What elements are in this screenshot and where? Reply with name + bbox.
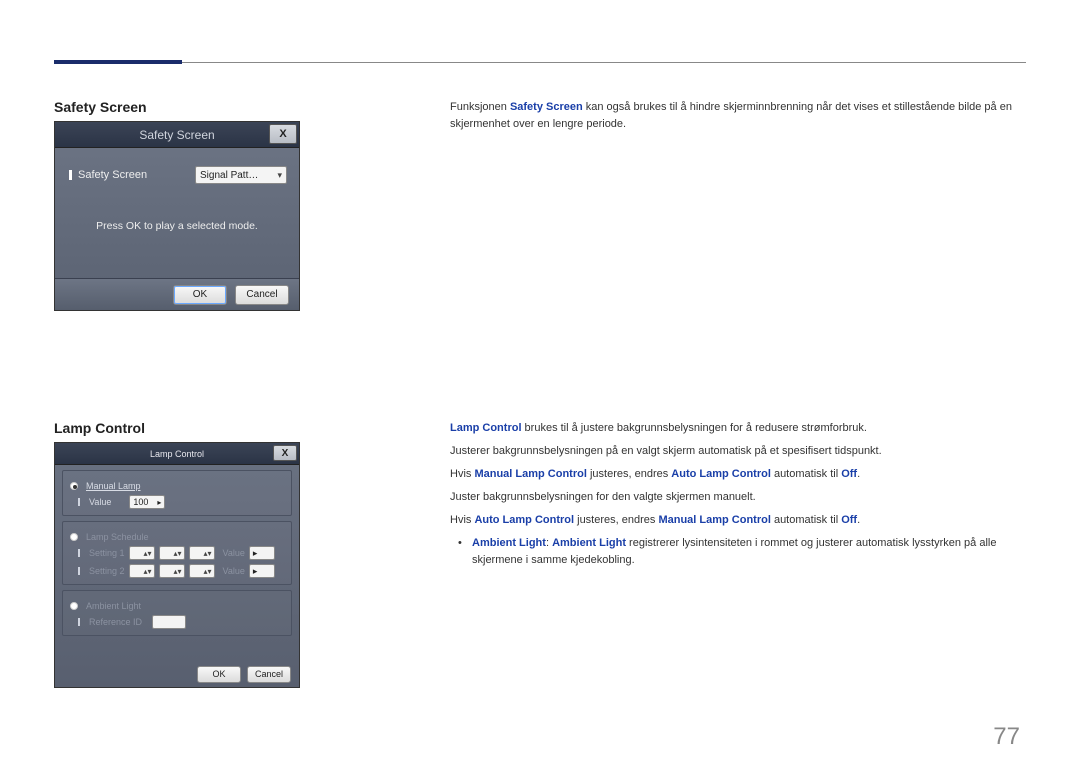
text: automatisk til bbox=[771, 514, 841, 526]
field-marker-icon bbox=[78, 618, 80, 626]
value-label-dim: Value bbox=[223, 566, 245, 576]
emphasis: Auto Lamp Control bbox=[474, 514, 574, 526]
ok-button[interactable]: OK bbox=[173, 285, 227, 305]
emphasis: Manual Lamp Control bbox=[658, 514, 770, 526]
value-stepper[interactable]: 100 bbox=[129, 495, 165, 509]
manual-lamp-label: Manual Lamp bbox=[86, 481, 141, 491]
setting1-value-stepper[interactable]: ▸ bbox=[249, 546, 275, 560]
text: . bbox=[857, 468, 860, 480]
lamp-control-heading: Lamp Control bbox=[54, 420, 145, 436]
field-label: Safety Screen bbox=[78, 169, 147, 181]
cancel-button[interactable]: Cancel bbox=[235, 285, 289, 305]
dialog-message: Press OK to play a selected mode. bbox=[55, 220, 299, 232]
lamp-schedule-label: Lamp Schedule bbox=[86, 532, 149, 542]
safety-screen-field-row: Safety Screen Signal Patt… bbox=[55, 148, 299, 188]
ambient-light-label: Ambient Light bbox=[86, 601, 141, 611]
close-button[interactable]: X bbox=[273, 445, 297, 461]
button-label: Cancel bbox=[255, 669, 283, 679]
emphasis: Safety Screen bbox=[510, 101, 583, 113]
close-button[interactable]: X bbox=[269, 124, 297, 144]
page-number: 77 bbox=[993, 723, 1020, 751]
dialog-title: Lamp Control bbox=[150, 449, 204, 459]
select-value: Signal Patt… bbox=[200, 170, 258, 181]
ok-button[interactable]: OK bbox=[197, 666, 241, 683]
value-number: 100 bbox=[133, 497, 148, 507]
text: justeres, endres bbox=[587, 468, 671, 480]
reference-id-label: Reference ID bbox=[89, 617, 142, 627]
manual-lamp-group: Manual Lamp Value 100 bbox=[62, 470, 292, 516]
field-marker-icon bbox=[69, 170, 72, 180]
dialog-footer: OK Cancel bbox=[55, 661, 299, 687]
text: Juster bakgrunnsbelysningen for den valg… bbox=[450, 489, 1026, 506]
text: Justerer bakgrunnsbelysningen på en valg… bbox=[450, 443, 1026, 460]
ambient-light-group: Ambient Light Reference ID bbox=[62, 590, 292, 636]
setting1-hour-stepper[interactable]: ▴▾ bbox=[129, 546, 155, 560]
text: justeres, endres bbox=[574, 514, 658, 526]
cancel-button[interactable]: Cancel bbox=[247, 666, 291, 683]
dialog-titlebar: Safety Screen X bbox=[55, 122, 299, 148]
value-label: Value bbox=[89, 497, 111, 507]
emphasis: Auto Lamp Control bbox=[671, 468, 771, 480]
lamp-control-dialog: Lamp Control X Manual Lamp Value 100 Lamp… bbox=[54, 442, 300, 688]
emphasis: Lamp Control bbox=[450, 422, 522, 434]
text: automatisk til bbox=[771, 468, 841, 480]
emphasis: Manual Lamp Control bbox=[474, 468, 586, 480]
button-label: OK bbox=[212, 669, 225, 679]
button-label: OK bbox=[193, 289, 207, 300]
text: brukes til å justere bakgrunnsbelysninge… bbox=[522, 422, 867, 434]
setting1-ampm-stepper[interactable]: ▴▾ bbox=[189, 546, 215, 560]
emphasis: Off bbox=[841, 514, 857, 526]
manual-lamp-radio[interactable] bbox=[70, 482, 78, 490]
close-icon: X bbox=[279, 128, 286, 140]
header-accent bbox=[54, 60, 182, 64]
ambient-light-radio[interactable] bbox=[70, 602, 78, 610]
button-label: Cancel bbox=[246, 289, 277, 300]
setting2-ampm-stepper[interactable]: ▴▾ bbox=[189, 564, 215, 578]
lamp-schedule-group: Lamp Schedule Setting 1 ▴▾ ▴▾ ▴▾ Value ▸… bbox=[62, 521, 292, 585]
dialog-title: Safety Screen bbox=[139, 128, 214, 142]
field-marker-icon bbox=[78, 567, 80, 575]
dialog-footer: OK Cancel bbox=[55, 278, 299, 310]
field-marker-icon bbox=[78, 498, 80, 506]
lamp-control-description: Lamp Control brukes til å justere bakgru… bbox=[450, 420, 1026, 575]
emphasis: Ambient Light bbox=[472, 537, 546, 549]
setting1-min-stepper[interactable]: ▴▾ bbox=[159, 546, 185, 560]
value-label-dim: Value bbox=[223, 548, 245, 558]
text: . bbox=[857, 514, 860, 526]
setting2-value-stepper[interactable]: ▸ bbox=[249, 564, 275, 578]
setting2-hour-stepper[interactable]: ▴▾ bbox=[129, 564, 155, 578]
text: Funksjonen bbox=[450, 101, 510, 113]
header-rule bbox=[54, 62, 1026, 63]
text: Hvis bbox=[450, 514, 474, 526]
emphasis: Ambient Light bbox=[552, 537, 626, 549]
safety-screen-description: Funksjonen Safety Screen kan også brukes… bbox=[450, 99, 1026, 133]
field-marker-icon bbox=[78, 549, 80, 557]
safety-screen-dialog: Safety Screen X Safety Screen Signal Pat… bbox=[54, 121, 300, 311]
safety-screen-heading: Safety Screen bbox=[54, 99, 147, 115]
emphasis: Off bbox=[841, 468, 857, 480]
setting2-min-stepper[interactable]: ▴▾ bbox=[159, 564, 185, 578]
reference-id-field[interactable] bbox=[152, 615, 186, 629]
lamp-schedule-radio[interactable] bbox=[70, 533, 78, 541]
setting1-label: Setting 1 bbox=[89, 548, 125, 558]
setting2-label: Setting 2 bbox=[89, 566, 125, 576]
close-icon: X bbox=[282, 448, 289, 459]
safety-screen-select[interactable]: Signal Patt… bbox=[195, 166, 287, 184]
dialog-titlebar: Lamp Control X bbox=[55, 443, 299, 465]
text: Hvis bbox=[450, 468, 474, 480]
